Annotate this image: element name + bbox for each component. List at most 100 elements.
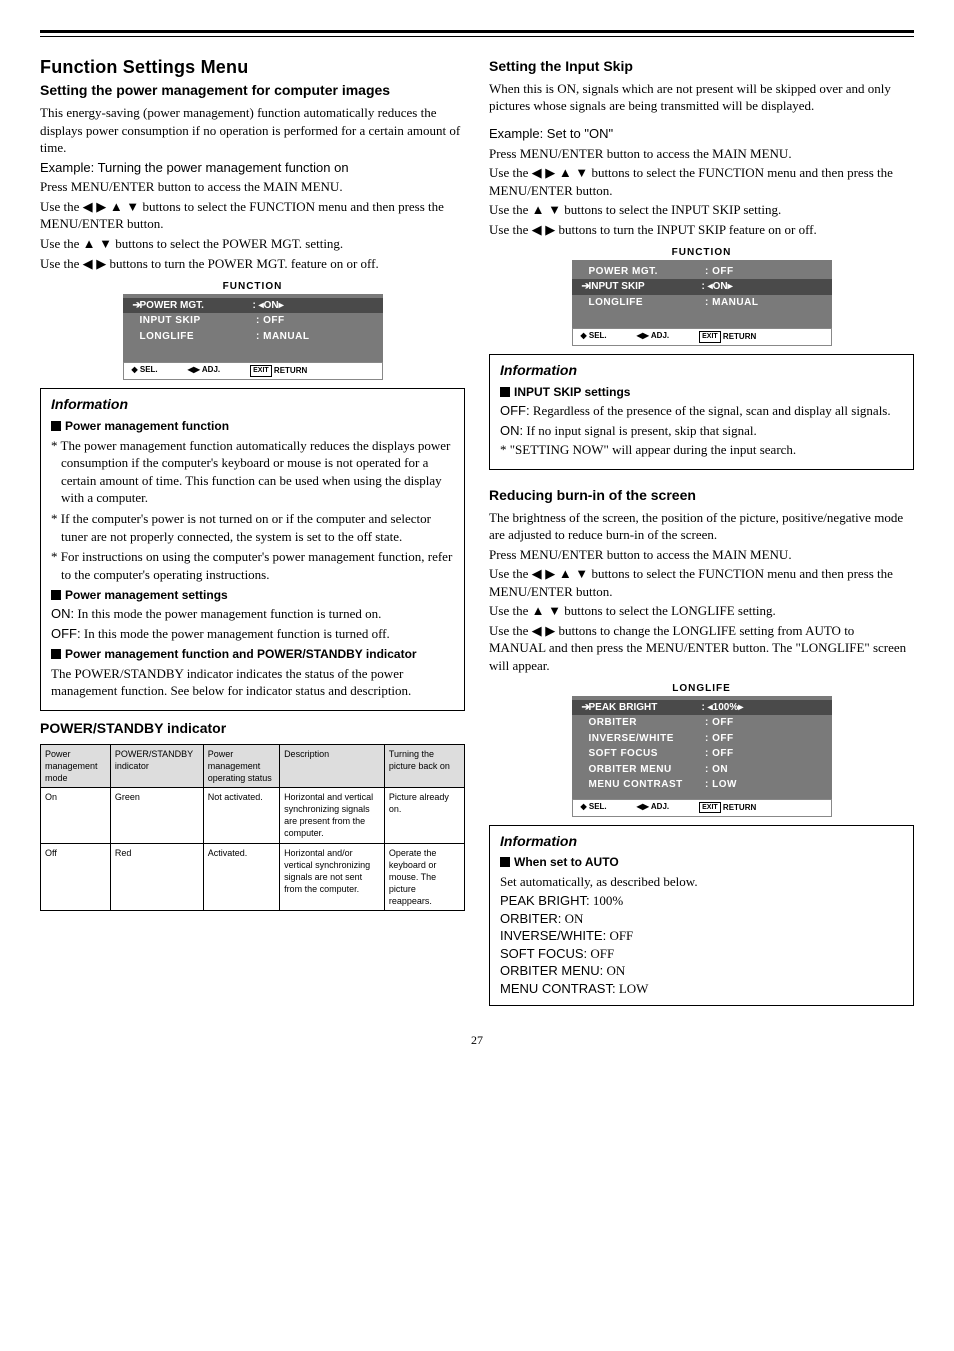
term-key: SOFT FOCUS: [500,946,587,961]
table-cell: Horizontal and/or vertical synchronizing… [280,843,385,911]
osd-value: : OFF [705,732,822,746]
square-bullet-icon [51,590,61,600]
table-cell: On [41,788,111,844]
osd-title: FUNCTION [572,246,832,260]
subheading-power-mgmt: Setting the power management for compute… [40,81,465,100]
osd-title: FUNCTION [123,280,383,294]
body-text: When this is ON, signals which are not p… [489,80,914,115]
osd-label: POWER MGT. [140,300,204,311]
osd-footer: ◆ SEL. ◀▶ ADJ. EXIT RETURN [572,328,832,346]
osd-row: POWER MGT. : OFF [582,264,822,280]
text-fragment: buttons to select the INPUT SKIP setting… [561,202,781,217]
osd-label: SOFT FOCUS [582,747,706,761]
osd-label: LONGLIFE [133,330,257,344]
body-text: Use the ◀ ▶ buttons to turn the INPUT SK… [489,221,914,239]
bullet-item: * For instructions on using the computer… [51,548,454,583]
term-key: ORBITER MENU: [500,963,603,978]
example-label: Example: Turning the power management fu… [40,159,465,177]
body-text: Use the ◀ ▶ buttons to change the LONGLI… [489,622,914,675]
term-key: PEAK BRIGHT: [500,893,590,908]
osd-title: LONGLIFE [572,682,832,696]
body-text: The POWER/STANDBY indicator indicates th… [51,665,454,700]
info-sub-label: Power management settings [65,588,228,602]
table-header-row: Power management mode POWER/STANDBY indi… [41,744,465,787]
body-text: Set automatically, as described below. [500,873,903,891]
osd-value: : OFF [705,716,822,730]
note: * "SETTING NOW" will appear during the i… [500,441,903,459]
arrow-lr-icon: ◀ ▶ [83,256,107,271]
body-text: Use the ▲ ▼ buttons to select the INPUT … [489,201,914,219]
square-bullet-icon [51,649,61,659]
text-fragment: Use the [40,236,83,251]
arrow-lr-icon: ◀ ▶ [532,623,556,638]
osd-footer-return: EXIT RETURN [699,802,756,814]
text-fragment: buttons to turn the POWER MGT. feature o… [106,256,378,271]
body-text: Use the ◀ ▶ ▲ ▼ buttons to select the FU… [40,198,465,233]
table-cell: Activated. [203,843,279,911]
table-cell: Operate the keyboard or mouse. The pictu… [384,843,464,911]
text-fragment: Use the [489,566,532,581]
osd-function-menu: FUNCTION ➔POWER MGT. : ◂ON▸ INPUT SKIP :… [123,280,383,380]
term-on: ON: [51,606,74,621]
info-sub-label: Power management function [65,419,229,433]
table-row: On Green Not activated. Horizontal and v… [41,788,465,844]
return-label: RETURN [723,803,756,812]
osd-row-highlight: ➔INPUT SKIP : ◂ON▸ [572,279,832,295]
arrow-right-icon: ➔ [582,701,589,715]
top-rule [40,30,914,37]
osd-footer-adj: ◀▶ ADJ. [637,331,669,343]
osd-footer-adj: ◀▶ ADJ. [637,802,669,814]
table-cell: Green [110,788,203,844]
table-header: POWER/STANDBY indicator [110,744,203,787]
table-heading: POWER/STANDBY indicator [40,719,465,738]
osd-label: POWER MGT. [582,265,706,279]
term-key: MENU CONTRAST: [500,981,616,996]
body-text: Press MENU/ENTER button to access the MA… [489,145,914,163]
term-val: OFF [587,946,614,961]
setting-line: ORBITER MENU: ON [500,962,903,980]
osd-value: : OFF [705,747,822,761]
power-standby-table: Power management mode POWER/STANDBY indi… [40,744,465,912]
osd-row: LONGLIFE : MANUAL [133,329,373,345]
subheading-burnin: Reducing burn-in of the screen [489,486,914,505]
term-val: 100% [590,893,624,908]
setting-description: ON: In this mode the power management fu… [51,605,454,623]
table-header: Turning the picture back on [384,744,464,787]
information-box: Information Power management function * … [40,388,465,711]
term-desc: In this mode the power management functi… [81,626,390,641]
body-text: Use the ◀ ▶ buttons to turn the POWER MG… [40,255,465,273]
osd-longlife-menu: LONGLIFE ➔PEAK BRIGHT : ◂100%▸ ORBITER: … [572,682,832,816]
term-val: ON [561,911,583,926]
osd-value: : ◂100%▸ [702,701,822,715]
osd-footer-sel: ◆ SEL. [132,365,158,377]
text-fragment: buttons to select the LONGLIFE setting. [561,603,776,618]
arrow-ud-icon: ▲ ▼ [532,603,561,618]
osd-row: ORBITER: OFF [582,715,822,731]
info-sub-label: Power management function and POWER/STAN… [65,647,417,661]
term-on: ON: [500,423,523,438]
table-header: Power management operating status [203,744,279,787]
subheading-input-skip: Setting the Input Skip [489,57,914,76]
setting-description: ON: If no input signal is present, skip … [500,422,903,440]
text-fragment: Use the [489,202,532,217]
osd-row: ORBITER MENU: ON [582,762,822,778]
term-off: OFF: [51,626,81,641]
osd-value: : MANUAL [256,330,373,344]
right-column: Setting the Input Skip When this is ON, … [489,55,914,1014]
osd-row: MENU CONTRAST: LOW [582,777,822,793]
two-column-layout: Function Settings Menu Setting the power… [40,55,914,1014]
table-header: Description [280,744,385,787]
table-cell: Picture already on. [384,788,464,844]
arrow-lrud-icon: ◀ ▶ ▲ ▼ [532,165,589,180]
setting-line: MENU CONTRAST: LOW [500,980,903,998]
info-sub-label: INPUT SKIP settings [514,385,630,399]
square-bullet-icon [500,857,510,867]
text-fragment: buttons to select the POWER MGT. setting… [112,236,343,251]
table-cell: Horizontal and vertical synchronizing si… [280,788,385,844]
information-box: Information When set to AUTO Set automat… [489,825,914,1007]
osd-label: ORBITER MENU [582,763,706,777]
body-text: This energy-saving (power management) fu… [40,104,465,157]
bullet-item: * The power management function automati… [51,437,454,507]
osd-value: : OFF [705,265,822,279]
osd-label: LONGLIFE [582,296,706,310]
